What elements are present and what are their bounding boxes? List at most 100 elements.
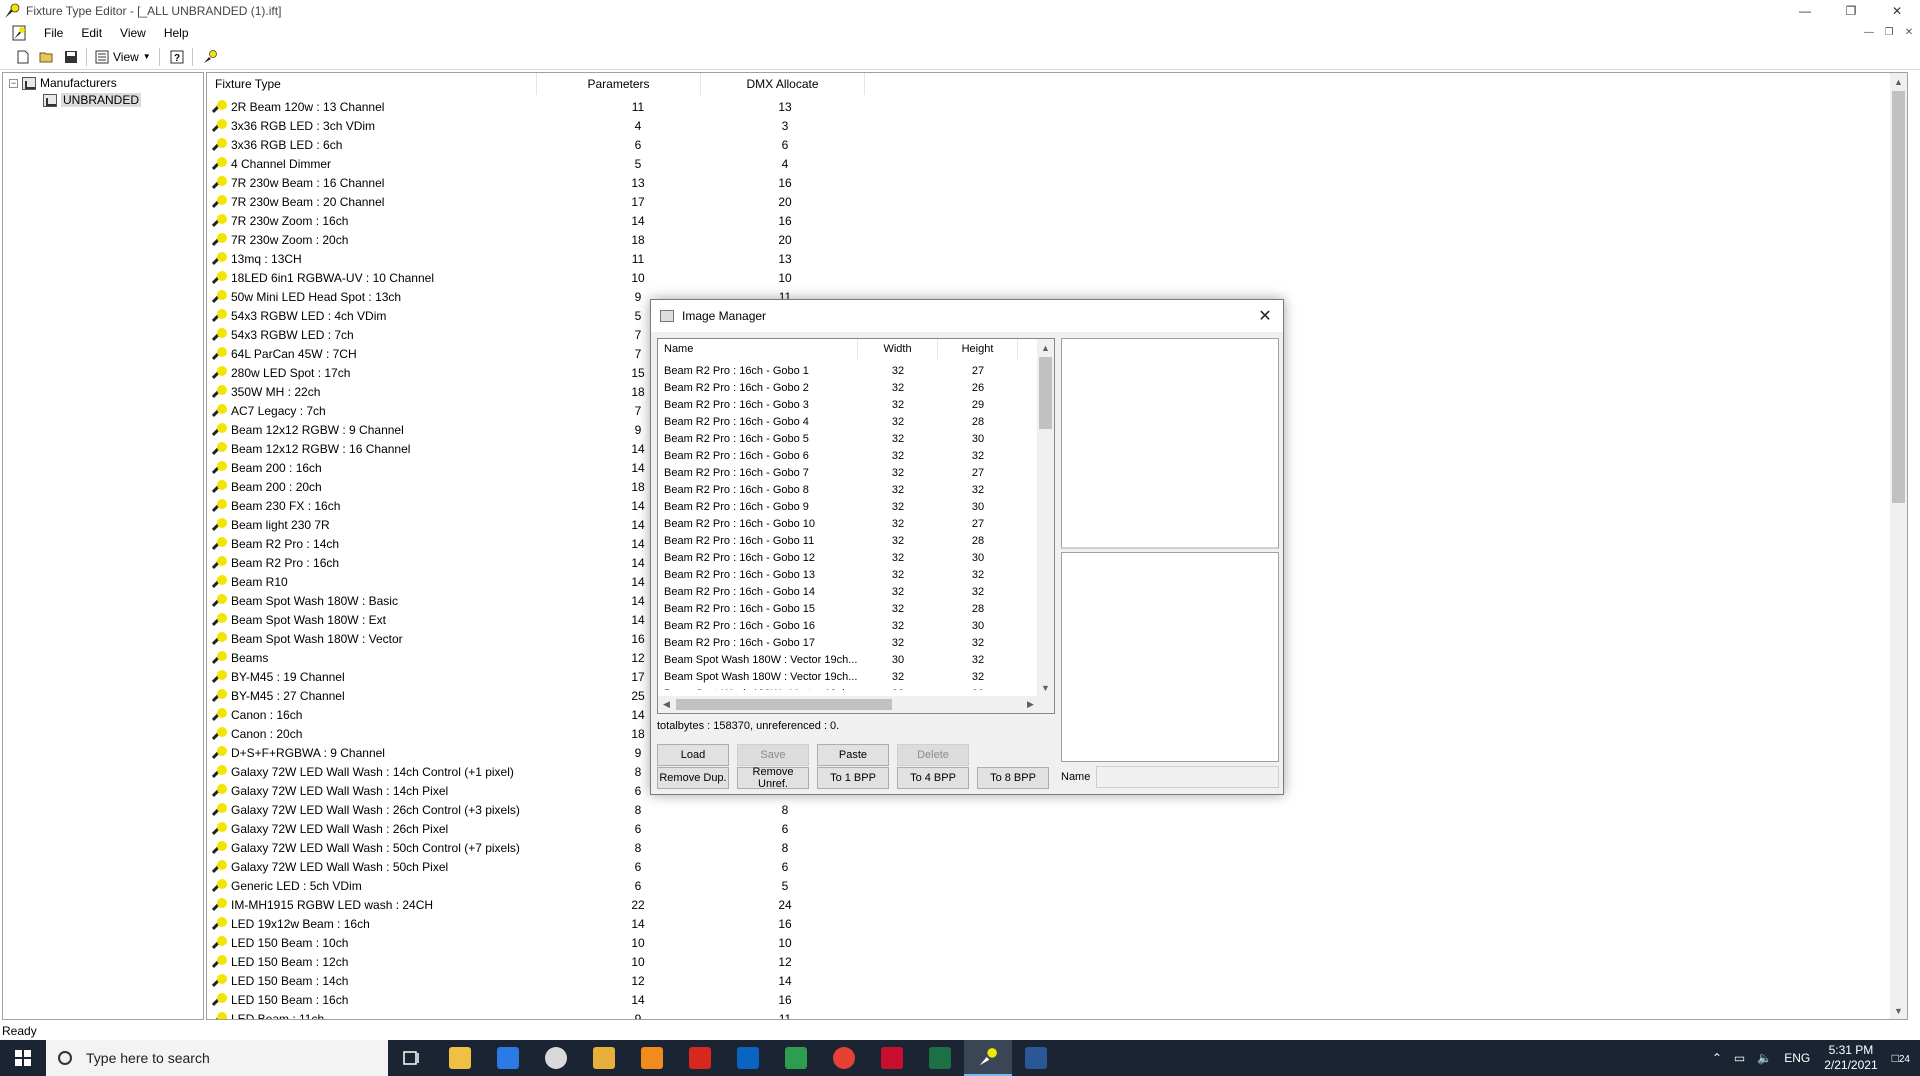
list-item[interactable]: Beam R2 Pro : 16ch - Gobo 14 32 32 <box>658 583 1038 600</box>
menu-file[interactable]: File <box>35 26 72 40</box>
fixture-editor-taskbar-button[interactable] <box>964 1040 1012 1076</box>
store-button[interactable] <box>484 1040 532 1076</box>
list-item[interactable]: Beam Spot Wash 180W : Vector 19ch... 32 32 <box>658 668 1038 685</box>
remove-duplicates-button[interactable]: Remove Dup. <box>657 767 729 789</box>
table-row[interactable]: 7R 230w Beam : 16 Channel 13 16 <box>207 173 1907 192</box>
chrome-button[interactable] <box>820 1040 868 1076</box>
list-item[interactable]: Beam R2 Pro : 16ch - Gobo 5 32 30 <box>658 430 1038 447</box>
image-list-hscroll[interactable]: ◀ ▶ <box>658 696 1039 713</box>
close-button[interactable]: ✕ <box>1874 0 1920 22</box>
paste-button[interactable]: Paste <box>817 744 889 766</box>
menu-help[interactable]: Help <box>155 26 198 40</box>
table-row[interactable]: LED 150 Beam : 16ch 14 16 <box>207 990 1907 1009</box>
minimize-button[interactable]: — <box>1782 0 1828 22</box>
help-button[interactable]: ? <box>166 46 188 68</box>
acrobat-button[interactable] <box>868 1040 916 1076</box>
clock[interactable]: 5:31 PM 2/21/2021 <box>1824 1043 1877 1073</box>
list-item[interactable]: Beam R2 Pro : 16ch - Gobo 4 32 28 <box>658 413 1038 430</box>
delete-button[interactable]: Delete <box>897 744 969 766</box>
spreadsheet-button[interactable] <box>772 1040 820 1076</box>
table-row[interactable]: 7R 230w Zoom : 16ch 14 16 <box>207 211 1907 230</box>
view-dropdown[interactable]: View ▼ <box>91 46 155 68</box>
table-row[interactable]: LED 150 Beam : 12ch 10 12 <box>207 952 1907 971</box>
table-row[interactable]: Galaxy 72W LED Wall Wash : 26ch Control … <box>207 800 1907 819</box>
app-button-1[interactable] <box>532 1040 580 1076</box>
scroll-up-arrow[interactable]: ▲ <box>1890 73 1907 90</box>
table-row[interactable]: LED 19x12w Beam : 16ch 14 16 <box>207 914 1907 933</box>
table-row[interactable]: 4 Channel Dimmer 5 4 <box>207 154 1907 173</box>
menu-view[interactable]: View <box>111 26 155 40</box>
list-scrollbar[interactable]: ▲ ▼ <box>1890 73 1907 1019</box>
table-row[interactable]: Galaxy 72W LED Wall Wash : 26ch Pixel 6 6 <box>207 819 1907 838</box>
scroll-thumb[interactable] <box>1039 357 1052 429</box>
word-button[interactable] <box>1012 1040 1060 1076</box>
save-button[interactable]: Save <box>737 744 809 766</box>
list-item[interactable]: Beam R2 Pro : 16ch - Gobo 3 32 29 <box>658 396 1038 413</box>
to-8-bpp-button[interactable]: To 8 BPP <box>977 767 1049 789</box>
restore-button[interactable]: ❐ <box>1828 0 1874 22</box>
list-item[interactable]: Beam R2 Pro : 16ch - Gobo 13 32 32 <box>658 566 1038 583</box>
volume-icon[interactable]: 🔈 <box>1757 1051 1772 1065</box>
to-1-bpp-button[interactable]: To 1 BPP <box>817 767 889 789</box>
list-item[interactable]: Beam R2 Pro : 16ch - Gobo 7 32 27 <box>658 464 1038 481</box>
child-minimize-button[interactable]: — <box>1862 25 1876 39</box>
column-header-name[interactable]: Name <box>658 339 858 359</box>
list-item[interactable]: Beam R2 Pro : 16ch - Gobo 9 32 30 <box>658 498 1038 515</box>
list-item[interactable]: Beam R2 Pro : 16ch - Gobo 8 32 32 <box>658 481 1038 498</box>
table-row[interactable]: IM-MH1915 RGBW LED wash : 24CH 22 24 <box>207 895 1907 914</box>
list-item[interactable]: Beam R2 Pro : 16ch - Gobo 16 32 30 <box>658 617 1038 634</box>
name-field[interactable] <box>1096 766 1279 788</box>
scroll-down-arrow[interactable]: ▼ <box>1890 1002 1907 1019</box>
fixture-tool-button[interactable] <box>199 46 221 68</box>
child-close-button[interactable]: ✕ <box>1902 25 1916 39</box>
taskbar-search[interactable]: Type here to search <box>46 1040 388 1076</box>
document-icon[interactable] <box>11 25 27 41</box>
list-item[interactable]: Beam R2 Pro : 16ch - Gobo 17 32 32 <box>658 634 1038 651</box>
list-item[interactable]: Beam R2 Pro : 16ch - Gobo 1 32 27 <box>658 362 1038 379</box>
table-row[interactable]: 3x36 RGB LED : 6ch 6 6 <box>207 135 1907 154</box>
file-explorer-button[interactable] <box>436 1040 484 1076</box>
scroll-down-arrow[interactable]: ▼ <box>1037 679 1054 696</box>
scroll-left-arrow[interactable]: ◀ <box>658 696 675 713</box>
table-row[interactable]: Galaxy 72W LED Wall Wash : 50ch Control … <box>207 838 1907 857</box>
column-header-fixture-type[interactable]: Fixture Type <box>207 73 537 95</box>
list-item[interactable]: Beam Spot Wash 180W : Vector 19ch...3230 <box>658 685 1038 691</box>
outlook-button[interactable] <box>724 1040 772 1076</box>
table-row[interactable]: 7R 230w Zoom : 20ch 18 20 <box>207 230 1907 249</box>
list-item[interactable]: Beam R2 Pro : 16ch - Gobo 10 32 27 <box>658 515 1038 532</box>
list-item[interactable]: Beam R2 Pro : 16ch - Gobo 11 32 28 <box>658 532 1038 549</box>
table-row[interactable]: 13mq : 13CH 11 13 <box>207 249 1907 268</box>
list-item[interactable]: Beam R2 Pro : 16ch - Gobo 12 32 30 <box>658 549 1038 566</box>
tree-item-unbranded[interactable]: UNBRANDED <box>43 92 142 108</box>
remove-unreferenced-button[interactable]: Remove Unref. <box>737 766 809 790</box>
excel-button[interactable] <box>916 1040 964 1076</box>
scroll-thumb[interactable] <box>676 699 892 710</box>
table-row[interactable]: 7R 230w Beam : 20 Channel 17 20 <box>207 192 1907 211</box>
list-item[interactable]: Beam R2 Pro : 16ch - Gobo 2 32 26 <box>658 379 1038 396</box>
network-icon[interactable]: ▭ <box>1734 1051 1745 1065</box>
column-header-width[interactable]: Width <box>858 339 938 359</box>
save-toolbar-button[interactable] <box>60 46 82 68</box>
new-button[interactable] <box>12 46 34 68</box>
language-indicator[interactable]: ENG <box>1784 1051 1810 1065</box>
table-row[interactable]: Generic LED : 5ch VDim 6 5 <box>207 876 1907 895</box>
image-list-vscroll[interactable]: ▲ ▼ <box>1037 339 1054 696</box>
scroll-thumb[interactable] <box>1892 91 1905 503</box>
table-row[interactable]: LED 150 Beam : 14ch 12 14 <box>207 971 1907 990</box>
dialog-close-button[interactable]: ✕ <box>1253 304 1277 328</box>
start-button[interactable] <box>0 1040 46 1076</box>
to-4-bpp-button[interactable]: To 4 BPP <box>897 767 969 789</box>
table-row[interactable]: Galaxy 72W LED Wall Wash : 50ch Pixel 6 6 <box>207 857 1907 876</box>
tree-root[interactable]: − Manufacturers <box>9 75 117 91</box>
chevron-up-icon[interactable]: ⌃ <box>1712 1051 1722 1065</box>
child-restore-button[interactable]: ❐ <box>1882 25 1896 39</box>
load-button[interactable]: Load <box>657 744 729 766</box>
menu-edit[interactable]: Edit <box>72 26 111 40</box>
table-row[interactable]: 2R Beam 120w : 13 Channel 11 13 <box>207 97 1907 116</box>
task-view-button[interactable] <box>388 1040 436 1076</box>
list-item[interactable]: Beam Spot Wash 180W : Vector 19ch... 30 32 <box>658 651 1038 668</box>
table-row[interactable]: 3x36 RGB LED : 3ch VDim 4 3 <box>207 116 1907 135</box>
table-row[interactable]: LED Beam : 11ch 9 11 <box>207 1009 1907 1019</box>
media-button[interactable] <box>628 1040 676 1076</box>
notifications-icon[interactable]: □24 <box>1892 1051 1910 1065</box>
